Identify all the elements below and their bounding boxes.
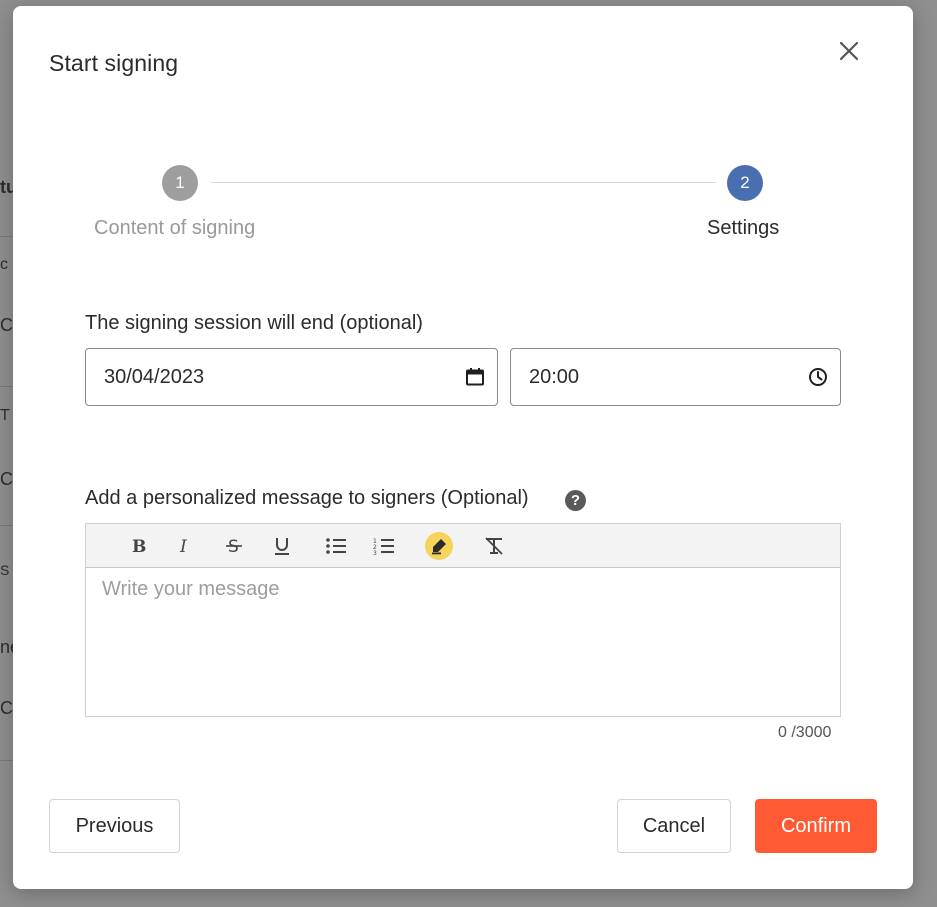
step-1-label: Content of signing (94, 217, 256, 239)
clock-icon[interactable] (806, 365, 830, 389)
background-text: T (0, 407, 10, 424)
background-text: C (0, 315, 13, 335)
session-end-label: The signing session will end (optional) (85, 312, 423, 334)
step-1-indicator: 1 (162, 165, 198, 201)
highlight-icon[interactable] (425, 532, 453, 560)
character-counter: 0 /3000 (778, 724, 832, 741)
message-editor: B I S 1 2 3 Write your message (85, 523, 841, 717)
message-textarea[interactable]: Write your message (102, 578, 279, 601)
previous-button[interactable]: Previous (49, 799, 180, 853)
bullet-list-icon[interactable] (322, 532, 350, 560)
numbered-list-icon[interactable]: 1 2 3 (370, 532, 398, 560)
clear-format-icon[interactable] (480, 532, 508, 560)
end-time-field[interactable]: 20:00 (510, 348, 841, 406)
end-date-field[interactable]: 30/04/2023 (85, 348, 498, 406)
underline-icon[interactable] (268, 532, 296, 560)
help-icon[interactable]: ? (565, 490, 586, 511)
strikethrough-icon[interactable]: S (220, 532, 248, 560)
background-text: C (0, 698, 13, 718)
calendar-icon[interactable] (463, 365, 487, 389)
end-time-value: 20:00 (529, 365, 580, 388)
dialog-title: Start signing (49, 50, 179, 76)
background-text: S (0, 562, 10, 578)
background-text: c (0, 256, 8, 273)
step-2-indicator: 2 (727, 165, 763, 201)
svg-text:I: I (179, 537, 187, 555)
step-2-label: Settings (707, 217, 780, 239)
stepper-connector (211, 182, 716, 183)
close-icon (839, 41, 859, 61)
background-divider (0, 760, 14, 761)
svg-text:B: B (132, 537, 146, 555)
start-signing-dialog: Start signing 1 2 Content of signing Set… (13, 6, 913, 889)
svg-text:3: 3 (373, 550, 377, 556)
background-divider (0, 386, 14, 387)
bold-icon[interactable]: B (124, 532, 152, 560)
editor-toolbar: B I S 1 2 3 (86, 524, 840, 568)
background-text: C (0, 469, 13, 489)
confirm-button[interactable]: Confirm (755, 799, 877, 853)
background-divider (0, 525, 14, 526)
italic-icon[interactable]: I (171, 532, 199, 560)
close-button[interactable] (834, 36, 864, 66)
background-divider (0, 236, 14, 237)
cancel-button[interactable]: Cancel (617, 799, 731, 853)
end-date-value: 30/04/2023 (104, 365, 205, 388)
message-label: Add a personalized message to signers (O… (85, 487, 529, 509)
